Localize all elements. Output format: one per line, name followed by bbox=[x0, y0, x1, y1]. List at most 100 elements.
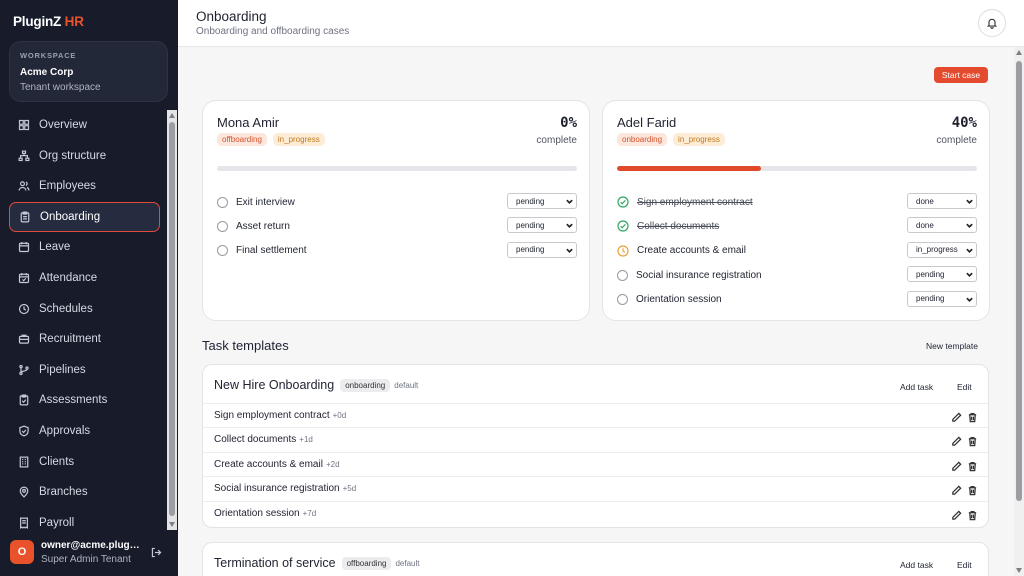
task-label: Exit interview bbox=[236, 196, 295, 208]
receipt-icon bbox=[18, 517, 30, 529]
sidebar-item-label: Attendance bbox=[39, 272, 98, 284]
org-icon bbox=[18, 150, 30, 162]
sidebar-item-branches[interactable]: Branches bbox=[9, 477, 160, 507]
empty-circle-icon bbox=[617, 269, 628, 281]
edit-template-button[interactable]: Edit bbox=[957, 382, 972, 392]
chevron-down-icon bbox=[966, 247, 973, 253]
brand-name: PluginZ bbox=[13, 14, 62, 29]
sidebar-item-label: Branches bbox=[39, 486, 88, 499]
trash-icon[interactable] bbox=[967, 434, 978, 447]
sidebar-item-approvals[interactable]: Approvals bbox=[9, 416, 160, 446]
calendar-check-icon bbox=[18, 272, 30, 284]
edit-template-button[interactable]: Edit bbox=[957, 560, 972, 570]
task-status-select[interactable]: pending bbox=[507, 193, 577, 209]
empty-circle-icon bbox=[217, 196, 228, 208]
pencil-icon[interactable] bbox=[951, 434, 962, 447]
sidebar-scrollbar[interactable] bbox=[167, 110, 177, 530]
template-card: New Hire Onboarding onboarding default Add … bbox=[202, 364, 989, 528]
add-task-button[interactable]: Add task bbox=[900, 382, 933, 392]
sidebar-item-onboarding[interactable]: Onboarding bbox=[9, 201, 160, 232]
empty-circle-icon bbox=[217, 220, 228, 232]
template-name: New Hire Onboarding bbox=[214, 378, 335, 392]
template-card: Termination of service offboarding default… bbox=[202, 542, 989, 576]
case-progress-bar bbox=[217, 166, 577, 171]
sidebar-item-pipelines[interactable]: Pipelines bbox=[9, 355, 160, 385]
pencil-icon[interactable] bbox=[951, 508, 962, 520]
sidebar-item-label: Onboarding bbox=[40, 210, 101, 223]
user-role: Super Admin Tenant bbox=[41, 554, 131, 565]
templates-heading: Task templates bbox=[202, 338, 289, 353]
scroll-up-arrow[interactable] bbox=[1016, 50, 1022, 55]
sidebar: PluginZ HR WORKSPACE Acme Corp Tenant wo… bbox=[0, 0, 178, 576]
trash-icon[interactable] bbox=[967, 483, 978, 496]
notifications-button[interactable] bbox=[978, 9, 1006, 37]
page-title: Onboarding bbox=[196, 9, 267, 24]
scroll-thumb[interactable] bbox=[169, 122, 175, 516]
sidebar-item-assessments[interactable]: Assessments bbox=[9, 385, 160, 415]
case-progress-bar bbox=[617, 166, 977, 171]
new-template-button[interactable]: New template bbox=[926, 341, 978, 351]
sidebar-item-payroll[interactable]: Payroll bbox=[9, 508, 160, 530]
template-task-label: Sign employment contract bbox=[214, 410, 330, 421]
logout-icon[interactable] bbox=[150, 546, 163, 559]
sidebar-item-employees[interactable]: Employees bbox=[9, 171, 160, 201]
sidebar-item-label: Employees bbox=[39, 180, 96, 193]
sidebar-item-clients[interactable]: Clients bbox=[9, 447, 160, 477]
brand-logo[interactable]: PluginZ HR bbox=[13, 14, 84, 29]
sidebar-item-overview[interactable]: Overview bbox=[9, 110, 160, 140]
status-badge: in_progress bbox=[272, 133, 325, 146]
main-scrollbar[interactable] bbox=[1014, 47, 1024, 576]
sidebar-item-org-structure[interactable]: Org structure bbox=[9, 141, 160, 171]
task-status-select[interactable]: pending bbox=[507, 217, 577, 234]
check-circle-icon bbox=[617, 220, 629, 232]
task-status-select[interactable]: pending bbox=[907, 290, 977, 307]
sidebar-item-attendance[interactable]: Attendance bbox=[9, 263, 160, 293]
clipboard-icon bbox=[19, 211, 31, 223]
sidebar-item-label: Pipelines bbox=[39, 363, 86, 376]
sidebar-nav: Overview Org structure Employees Onboarding… bbox=[0, 110, 166, 530]
template-task-offset: +0d bbox=[332, 411, 347, 420]
workspace-switcher[interactable]: WORKSPACE Acme Corp Tenant workspace bbox=[9, 41, 168, 102]
task-label: Sign employment contract bbox=[637, 196, 753, 208]
sidebar-item-recruitment[interactable]: Recruitment bbox=[9, 324, 160, 354]
scroll-down-arrow[interactable] bbox=[169, 522, 175, 527]
template-task-label: Create accounts & email bbox=[214, 458, 323, 470]
briefcase-icon bbox=[18, 333, 30, 345]
sidebar-item-leave[interactable]: Leave bbox=[9, 232, 160, 262]
task-status-value: pending bbox=[916, 294, 945, 304]
sidebar-item-label: Clients bbox=[39, 455, 75, 468]
template-name: Termination of service bbox=[214, 556, 336, 570]
task-status-select[interactable]: done bbox=[907, 193, 977, 209]
building-icon bbox=[18, 456, 30, 468]
task-status-select[interactable]: in_progress bbox=[907, 241, 977, 258]
task-status-select[interactable]: pending bbox=[507, 241, 577, 258]
trash-icon[interactable] bbox=[967, 459, 978, 472]
task-status-select[interactable]: pending bbox=[907, 266, 977, 283]
scroll-down-arrow[interactable] bbox=[1016, 568, 1022, 573]
case-percent: 0% bbox=[560, 115, 577, 131]
case-card: Adel Farid onboarding in_progress 40% comple… bbox=[602, 100, 990, 321]
chevron-down-icon bbox=[966, 198, 973, 205]
sidebar-item-schedules[interactable]: Schedules bbox=[9, 294, 160, 324]
template-default-label: default bbox=[394, 380, 419, 390]
add-task-button[interactable]: Add task bbox=[900, 560, 933, 570]
trash-icon[interactable] bbox=[967, 508, 978, 520]
task-status-select[interactable]: done bbox=[907, 217, 977, 234]
pencil-icon[interactable] bbox=[951, 483, 962, 495]
pencil-icon[interactable] bbox=[951, 410, 962, 422]
task-status-value: in_progress bbox=[916, 245, 958, 255]
check-circle-icon bbox=[617, 196, 629, 208]
template-default-label: default bbox=[395, 558, 420, 568]
task-label: Asset return bbox=[236, 220, 290, 232]
scroll-thumb[interactable] bbox=[1016, 61, 1022, 501]
trash-icon[interactable] bbox=[967, 410, 978, 423]
workspace-name: Acme Corp bbox=[20, 67, 74, 78]
pencil-icon[interactable] bbox=[951, 459, 962, 471]
avatar[interactable]: O bbox=[10, 540, 34, 564]
case-percent: 40% bbox=[951, 115, 977, 131]
sidebar-item-label: Payroll bbox=[39, 516, 75, 529]
scroll-up-arrow[interactable] bbox=[169, 113, 175, 118]
sidebar-item-label: Leave bbox=[39, 241, 71, 254]
start-case-button[interactable]: Start case bbox=[934, 67, 988, 83]
task-status-value: pending bbox=[516, 245, 545, 255]
